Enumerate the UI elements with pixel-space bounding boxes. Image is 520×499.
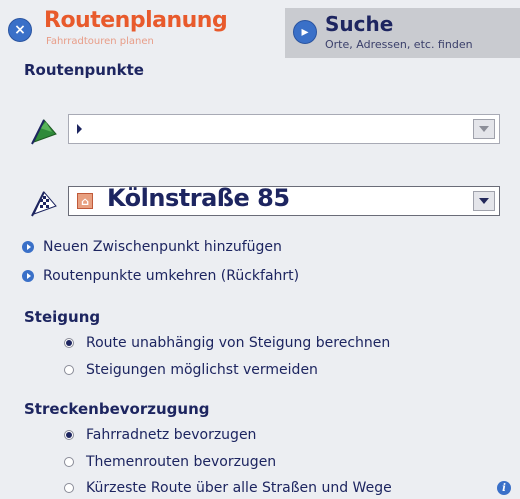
- radio-button[interactable]: [64, 430, 74, 440]
- destination-flag-icon: [31, 191, 57, 217]
- destination-value: Kölnstraße 85: [107, 184, 290, 212]
- arrow-bullet-icon: [22, 270, 34, 282]
- strecke-option-label: Fahrradnetz bevorzugen: [86, 427, 257, 443]
- close-icon[interactable]: ×: [8, 18, 32, 42]
- strecke-option-label: Kürzeste Route über alle Straßen und Weg…: [86, 480, 392, 496]
- arrow-bullet-icon: [22, 241, 34, 253]
- strecke-option-themenrouten[interactable]: Themenrouten bevorzugen: [64, 454, 276, 470]
- tab-suche-subtitle: Orte, Adressen, etc. finden: [325, 38, 473, 51]
- strecke-option-fahrradnetz[interactable]: Fahrradnetz bevorzugen: [64, 427, 256, 443]
- caret-icon: [77, 124, 82, 134]
- radio-button[interactable]: [64, 483, 74, 493]
- reverse-route-link[interactable]: Routenpunkte umkehren (Rückfahrt): [22, 268, 299, 284]
- add-waypoint-link[interactable]: Neuen Zwischenpunkt hinzufügen: [22, 239, 282, 255]
- steigung-option-ignore[interactable]: Route unabhängig von Steigung berechnen: [64, 335, 390, 351]
- play-icon: ▸: [293, 20, 317, 44]
- tab-routenplanung[interactable]: × Routenplanung Fahrradtouren planen: [0, 0, 285, 62]
- tab-bar: × Routenplanung Fahrradtouren planen ▸ S…: [0, 0, 520, 62]
- tab-routenplanung-title: Routenplanung: [44, 8, 228, 33]
- info-icon[interactable]: i: [497, 481, 511, 495]
- steigung-heading: Steigung: [24, 308, 101, 326]
- streckenbevorzugung-heading: Streckenbevorzugung: [24, 400, 210, 418]
- routenpunkte-heading: Routenpunkte: [24, 61, 144, 79]
- destination-dropdown-button[interactable]: [473, 191, 495, 211]
- steigung-option-avoid[interactable]: Steigungen möglichst vermeiden: [64, 362, 318, 378]
- destination-input[interactable]: ⌂ Kölnstraße 85: [68, 184, 500, 216]
- chevron-down-icon: [479, 198, 489, 204]
- steigung-option-label: Route unabhängig von Steigung berechnen: [86, 335, 391, 351]
- start-dropdown-button[interactable]: [473, 119, 495, 139]
- strecke-option-label: Themenrouten bevorzugen: [86, 454, 277, 470]
- chevron-down-icon: [479, 126, 489, 132]
- home-icon: ⌂: [77, 193, 93, 209]
- tab-routenplanung-subtitle: Fahrradtouren planen: [46, 36, 154, 47]
- radio-button[interactable]: [64, 457, 74, 467]
- start-input[interactable]: [68, 114, 500, 144]
- radio-button[interactable]: [64, 365, 74, 375]
- steigung-option-label: Steigungen möglichst vermeiden: [86, 362, 318, 378]
- tab-suche-title: Suche: [325, 12, 394, 36]
- tab-suche[interactable]: ▸ Suche Orte, Adressen, etc. finden: [285, 8, 520, 58]
- reverse-route-label: Routenpunkte umkehren (Rückfahrt): [43, 268, 300, 284]
- add-waypoint-label: Neuen Zwischenpunkt hinzufügen: [43, 239, 282, 255]
- strecke-option-kuerzeste[interactable]: Kürzeste Route über alle Straßen und Weg…: [64, 480, 392, 496]
- start-flag-icon: [31, 119, 57, 145]
- radio-button[interactable]: [64, 338, 74, 348]
